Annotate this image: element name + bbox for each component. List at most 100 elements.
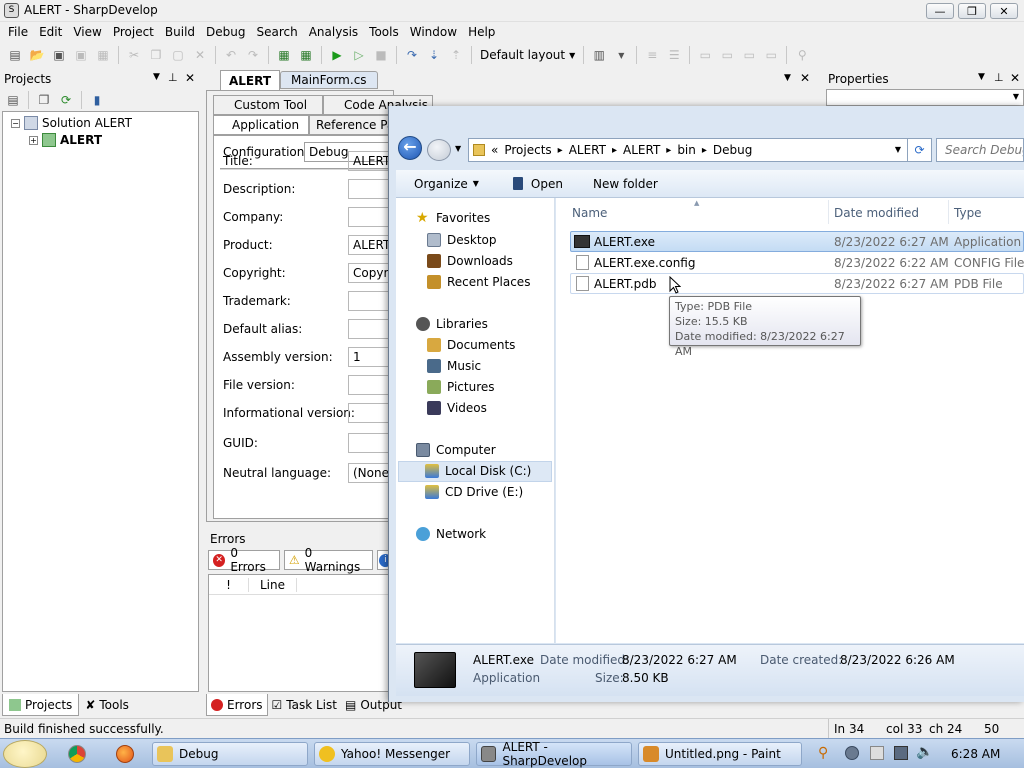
- nav-music[interactable]: Music: [427, 359, 481, 373]
- pin-icon[interactable]: ⊥: [168, 71, 178, 84]
- menu-search[interactable]: Search: [256, 25, 297, 39]
- tree-node-solution[interactable]: − Solution ALERT: [11, 116, 132, 130]
- tab-custom-tool[interactable]: Custom Tool: [213, 95, 323, 115]
- paste-icon[interactable]: ▢: [169, 46, 187, 64]
- nav-recent-places[interactable]: Recent Places: [427, 275, 530, 289]
- nav-computer[interactable]: Computer: [416, 443, 496, 457]
- chevron-down-icon[interactable]: ▼: [978, 72, 985, 82]
- tab-errors[interactable]: Errors: [206, 694, 268, 716]
- minimize-button[interactable]: —: [926, 3, 954, 19]
- collapse-icon[interactable]: −: [11, 118, 20, 128]
- search-input[interactable]: [945, 143, 1023, 157]
- warnings-filter-button[interactable]: ⚠ 0 Warnings: [283, 546, 373, 574]
- organize-button[interactable]: Organize ▼: [414, 177, 479, 191]
- refresh-icon[interactable]: ⟳: [57, 91, 75, 109]
- nav-pictures[interactable]: Pictures: [427, 380, 495, 394]
- cut-icon[interactable]: ✂: [125, 46, 143, 64]
- volume-icon[interactable]: 🔈: [916, 744, 933, 760]
- save-all-icon[interactable]: ▣: [72, 46, 90, 64]
- comment-icon[interactable]: ≡: [643, 46, 661, 64]
- column-name[interactable]: Name: [572, 206, 607, 220]
- nav-cd-drive[interactable]: CD Drive (E:): [425, 485, 523, 499]
- breadcrumb-arrow-icon[interactable]: ▸: [558, 145, 563, 156]
- firefox-icon[interactable]: [116, 745, 134, 763]
- nav-libraries[interactable]: Libraries: [416, 317, 488, 331]
- undo-icon[interactable]: ↶: [222, 46, 240, 64]
- close-icon[interactable]: ✕: [185, 71, 195, 85]
- column-date-modified[interactable]: Date modified: [834, 206, 919, 220]
- nav-local-disk[interactable]: Local Disk (C:): [425, 464, 531, 478]
- breadcrumb-arrow-icon[interactable]: ▸: [702, 145, 707, 156]
- breadcrumb-item[interactable]: bin: [677, 143, 696, 157]
- nav-videos[interactable]: Videos: [427, 401, 487, 415]
- column-type[interactable]: Type: [954, 206, 982, 220]
- new-folder-button[interactable]: New folder: [593, 177, 658, 191]
- menu-project[interactable]: Project: [113, 25, 154, 39]
- nav-desktop[interactable]: Desktop: [427, 233, 497, 247]
- delete-icon[interactable]: ✕: [191, 46, 209, 64]
- chevron-down-icon[interactable]: ▼: [153, 72, 160, 82]
- errors-filter-button[interactable]: ✕ 0 Errors: [208, 546, 280, 574]
- action-center-icon[interactable]: [870, 746, 884, 760]
- menu-window[interactable]: Window: [410, 25, 457, 39]
- close-button[interactable]: ✕: [990, 3, 1018, 19]
- menu-view[interactable]: View: [73, 25, 101, 39]
- pin-icon[interactable]: ⊥: [994, 71, 1004, 84]
- tab-alert[interactable]: ALERT: [220, 70, 281, 90]
- menu-build[interactable]: Build: [165, 25, 195, 39]
- prev-bookmark-icon[interactable]: ▭: [718, 46, 736, 64]
- address-bar[interactable]: « Projects ▸ ALERT ▸ ALERT ▸ bin ▸ Debug ▼ ⟳: [468, 138, 932, 162]
- nav-downloads[interactable]: Downloads: [427, 254, 513, 268]
- stop-icon[interactable]: ■: [372, 46, 390, 64]
- chevron-down-icon[interactable]: ▼: [455, 144, 461, 153]
- step-over-icon[interactable]: ↷: [403, 46, 421, 64]
- close-icon[interactable]: ✕: [800, 71, 810, 85]
- breadcrumb-arrow-icon[interactable]: ▸: [666, 145, 671, 156]
- redo-icon[interactable]: ↷: [244, 46, 262, 64]
- tab-mainform[interactable]: MainForm.cs: [280, 71, 378, 89]
- start-button[interactable]: [3, 740, 47, 768]
- breadcrumb-item[interactable]: ALERT: [623, 143, 660, 157]
- breadcrumb-item[interactable]: Projects: [504, 143, 551, 157]
- run-without-debugger-icon[interactable]: ▷: [350, 46, 368, 64]
- find-icon[interactable]: ▥: [590, 46, 608, 64]
- copy-icon[interactable]: ❐: [147, 46, 165, 64]
- menu-help[interactable]: Help: [468, 25, 495, 39]
- nav-documents[interactable]: Documents: [427, 338, 515, 352]
- search-box[interactable]: [936, 138, 1024, 162]
- collapse-all-icon[interactable]: ❐: [35, 91, 53, 109]
- step-into-icon[interactable]: ⇣: [425, 46, 443, 64]
- properties-object-select[interactable]: ▼: [826, 89, 1024, 106]
- refresh-button[interactable]: ⟳: [907, 139, 931, 161]
- menu-analysis[interactable]: Analysis: [309, 25, 358, 39]
- breadcrumb-arrow-icon[interactable]: ▸: [612, 145, 617, 156]
- open-file-icon[interactable]: 📂: [28, 46, 46, 64]
- build-icon[interactable]: ▦: [275, 46, 293, 64]
- tab-tools[interactable]: ✘ Tools: [79, 694, 135, 716]
- breadcrumb-item[interactable]: Debug: [713, 143, 752, 157]
- close-icon[interactable]: ✕: [1010, 71, 1020, 85]
- column-line[interactable]: Line: [249, 577, 297, 592]
- forward-button[interactable]: [427, 139, 451, 161]
- tab-projects[interactable]: Projects: [2, 694, 80, 716]
- messenger-tray-icon[interactable]: [845, 746, 859, 760]
- layout-dropdown[interactable]: Default layout ▼: [476, 48, 579, 62]
- indent-icon[interactable]: ☰: [665, 46, 683, 64]
- file-row[interactable]: ALERT.exe.config 8/23/2022 6:22 AM CONFI…: [572, 253, 1024, 273]
- open-button[interactable]: Open: [512, 177, 563, 191]
- taskbar-item-debug[interactable]: Debug: [152, 742, 308, 766]
- chrome-icon[interactable]: [68, 745, 86, 763]
- breadcrumb-overflow[interactable]: «: [491, 143, 498, 157]
- chevron-down-icon[interactable]: ▼: [612, 46, 630, 64]
- chevron-down-icon[interactable]: ▼: [784, 73, 791, 83]
- breadcrumb-item[interactable]: ALERT: [569, 143, 606, 157]
- menu-edit[interactable]: Edit: [39, 25, 62, 39]
- nav-network[interactable]: Network: [416, 527, 486, 541]
- run-icon[interactable]: ▶: [328, 46, 346, 64]
- rebuild-icon[interactable]: ▦: [297, 46, 315, 64]
- file-row[interactable]: ALERT.pdb 8/23/2022 6:27 AM PDB File: [572, 274, 1024, 294]
- clock[interactable]: 6:28 AM: [951, 747, 1000, 761]
- tab-task-list[interactable]: ☑ Task List: [268, 694, 341, 716]
- chevron-down-icon[interactable]: ▼: [895, 145, 901, 154]
- nav-favorites[interactable]: ★ Favorites: [416, 211, 490, 225]
